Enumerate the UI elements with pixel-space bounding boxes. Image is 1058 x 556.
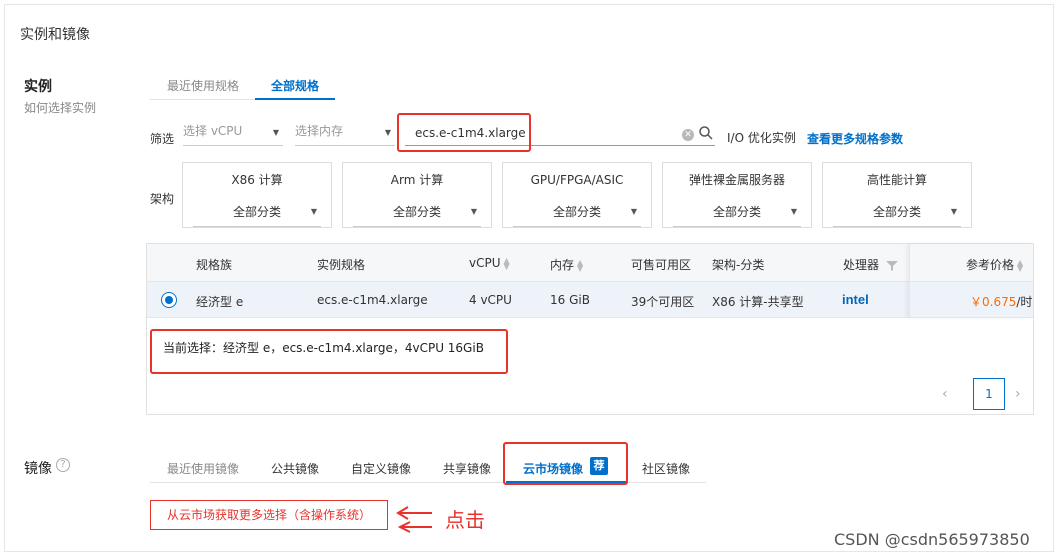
column-header: 可售可用区 [631,258,692,272]
column-header-processor[interactable]: 处理器 [843,256,898,273]
filter-icon[interactable] [885,260,898,271]
column-header: 架构-分类 [712,258,765,272]
arch-card-title: 高性能计算 [866,173,927,187]
arch-category-select[interactable]: 全部分类 ▼ [193,197,321,227]
arch-card-x86[interactable]: X86 计算 全部分类 ▼ [182,162,332,228]
cell-vcpu: 4 vCPU [469,293,512,307]
tab-recent-specs[interactable]: 最近使用规格 [167,77,239,94]
arch-select-value: 全部分类 [713,205,762,219]
image-label: 镜像 [24,461,52,477]
tab-community-images[interactable]: 社区镜像 [642,460,690,477]
arch-card-title: GPU/FPGA/ASIC [530,173,624,187]
marketplace-highlight-box [503,442,628,485]
memory-select-placeholder: 选择内存 [295,124,344,138]
pager-next-icon[interactable]: › [1015,386,1021,402]
price-unit: /时 [1016,295,1033,309]
io-optimized-label: I/O 优化实例 [727,131,796,145]
arch-select-value: 全部分类 [393,205,442,219]
cell-arch-class: X86 计算-共享型 [712,295,804,309]
arch-select-value: 全部分类 [233,205,282,219]
arch-card-title: 弹性裸金属服务器 [688,173,785,187]
cell-spec: ecs.e-c1m4.xlarge [317,293,428,307]
intel-logo: intel [842,292,869,307]
arch-card-gpu[interactable]: GPU/FPGA/ASIC 全部分类 ▼ [502,162,652,228]
price-value: ￥0.675 [970,295,1017,309]
table-row[interactable]: 经济型 e ecs.e-c1m4.xlarge 4 vCPU 16 GiB 39… [147,282,1033,318]
watermark: CSDN @csdn565973850 [834,530,1030,549]
search-icon[interactable] [698,125,714,141]
column-header-label: 内存 [550,258,575,272]
arch-select-value: 全部分类 [873,205,922,219]
column-header: 实例规格 [317,258,366,272]
tab-custom-images[interactable]: 自定义镜像 [351,460,411,477]
arch-card-title: Arm 计算 [390,173,444,187]
column-header-memory[interactable]: 内存 ▲ ▼ [550,256,583,273]
sort-icon: ▲ ▼ [503,255,510,271]
vcpu-select[interactable]: 选择 vCPU ▼ [183,122,283,146]
chevron-down-icon: ▼ [310,207,317,216]
section-title: 实例和镜像 [20,27,90,43]
tab-recent-images[interactable]: 最近使用镜像 [167,460,239,477]
tab-active-underline [255,98,335,100]
arch-select-value: 全部分类 [553,205,602,219]
chevron-down-icon: ▼ [470,207,477,216]
chevron-down-icon: ▼ [384,128,391,137]
memory-select[interactable]: 选择内存 ▼ [295,122,395,146]
row-radio-selected[interactable] [161,292,177,308]
arch-category-select[interactable]: 全部分类 ▼ [833,197,961,227]
arch-category-select[interactable]: 全部分类 ▼ [353,197,481,227]
tab-all-specs[interactable]: 全部规格 [271,77,319,94]
cell-family: 经济型 e [196,295,244,309]
arch-category-select[interactable]: 全部分类 ▼ [673,197,801,227]
cell-zones: 39个可用区 [631,295,695,309]
arrow-left-icon [396,506,432,533]
tab-public-images[interactable]: 公共镜像 [271,460,319,477]
chevron-down-icon: ▼ [950,207,957,216]
sort-icon: ▲ ▼ [577,257,584,273]
help-icon[interactable]: ? [56,458,70,472]
arch-category-select[interactable]: 全部分类 ▼ [513,197,641,227]
column-header-label: vCPU [469,256,501,270]
column-header: 规格族 [196,258,233,272]
filter-label: 筛选 [150,132,175,146]
column-header-vcpu[interactable]: vCPU ▲ ▼ [469,256,510,270]
arch-card-bare-metal[interactable]: 弹性裸金属服务器 全部分类 ▼ [662,162,812,228]
arch-card-hpc[interactable]: 高性能计算 全部分类 ▼ [822,162,972,228]
instance-help-link[interactable]: 如何选择实例 [24,99,96,116]
chevron-down-icon: ▼ [272,128,279,137]
tab-shared-images[interactable]: 共享镜像 [443,460,491,477]
table-header: 规格族 实例规格 vCPU ▲ ▼ 内存 ▲ ▼ 可售可用区 架构-分类 处理器 参考价… [147,244,1033,282]
chevron-down-icon: ▼ [630,207,637,216]
cell-price: ￥0.675/时 [970,293,1032,310]
pager-prev-icon[interactable]: ‹ [942,386,948,402]
cell-memory: 16 GiB [550,293,590,307]
column-header-label: 处理器 [843,258,880,272]
click-annotation: 点击 [445,508,485,532]
more-specs-link[interactable]: 查看更多规格参数 [807,130,903,147]
pager-page-button[interactable]: 1 [973,378,1005,410]
chevron-down-icon: ▼ [790,207,797,216]
selection-highlight-box [150,329,508,374]
search-highlight-box [397,113,531,152]
vcpu-select-placeholder: 选择 vCPU [183,124,243,138]
clear-icon[interactable]: ✕ [682,129,694,141]
marketplace-more-button[interactable]: 从云市场获取更多选择（含操作系统） [150,500,388,530]
arch-card-arm[interactable]: Arm 计算 全部分类 ▼ [342,162,492,228]
arch-card-title: X86 计算 [231,173,283,187]
price-column: ￥0.675/时 [909,244,1034,318]
instance-label: 实例 [24,79,52,95]
arch-label: 架构 [150,192,175,206]
